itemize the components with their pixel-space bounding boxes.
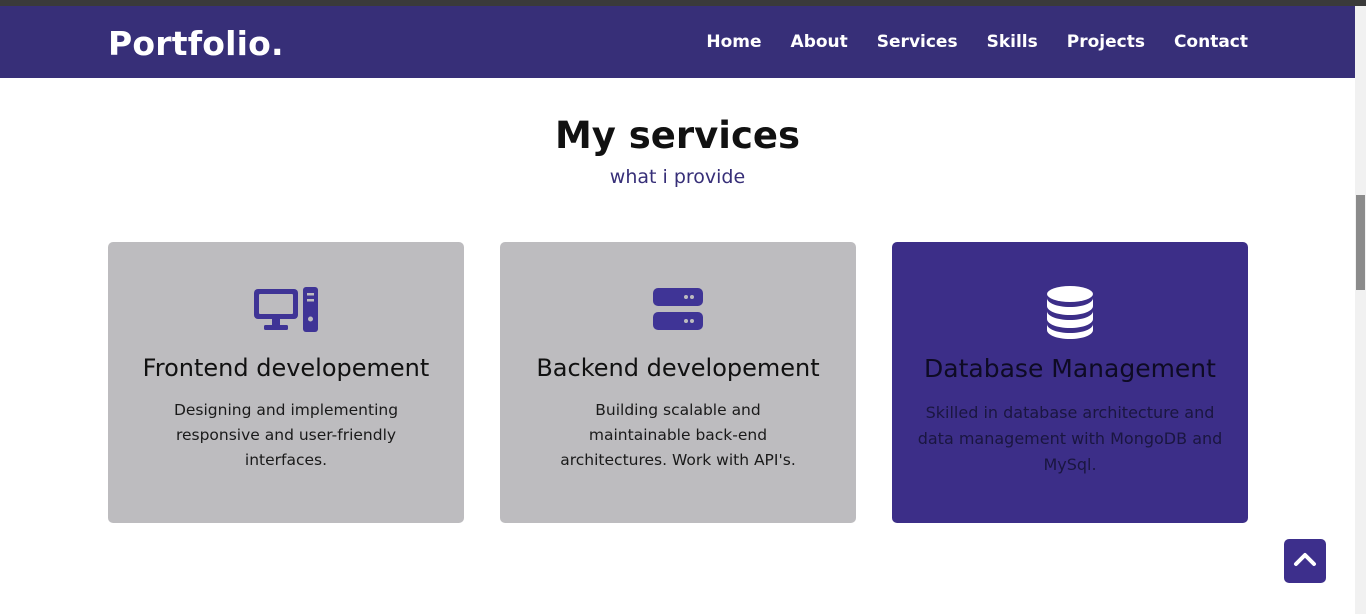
card-title: Frontend developement — [142, 354, 430, 382]
database-icon — [892, 286, 1248, 342]
nav-link-contact[interactable]: Contact — [1174, 32, 1248, 52]
card-description: Designing and implementing responsive an… — [173, 401, 399, 469]
services-title: My services — [554, 114, 801, 157]
navbar: Portfolio. Home About Services Skills Pr… — [0, 6, 1355, 78]
chevron-up-icon — [1293, 551, 1317, 571]
card-title: Database Management — [924, 354, 1216, 383]
nav-link-home[interactable]: Home — [706, 32, 761, 52]
scrollbar-track[interactable] — [1355, 6, 1366, 614]
card-title: Backend developement — [536, 354, 820, 382]
services-subtitle: what i provide — [609, 166, 746, 188]
card-description: Building scalable and maintainable back-… — [560, 401, 796, 469]
brand-logo[interactable]: Portfolio. — [108, 24, 284, 63]
nav-link-services[interactable]: Services — [877, 32, 958, 52]
nav-link-projects[interactable]: Projects — [1067, 32, 1145, 52]
service-card-backend[interactable]: Backend developement Building scalable a… — [500, 242, 856, 523]
card-description: Skilled in database architecture and dat… — [917, 403, 1223, 474]
main-nav: Home About Services Skills Projects Cont… — [706, 32, 1248, 52]
nav-link-skills[interactable]: Skills — [987, 32, 1038, 52]
scrollbar-thumb[interactable] — [1356, 195, 1365, 290]
scroll-to-top-button[interactable] — [1284, 539, 1326, 583]
service-card-database[interactable]: Database Management Skilled in database … — [892, 242, 1248, 523]
desktop-computer-icon — [108, 286, 464, 342]
service-card-frontend[interactable]: Frontend developement Designing and impl… — [108, 242, 464, 523]
server-icon — [500, 286, 856, 342]
nav-link-about[interactable]: About — [791, 32, 848, 52]
